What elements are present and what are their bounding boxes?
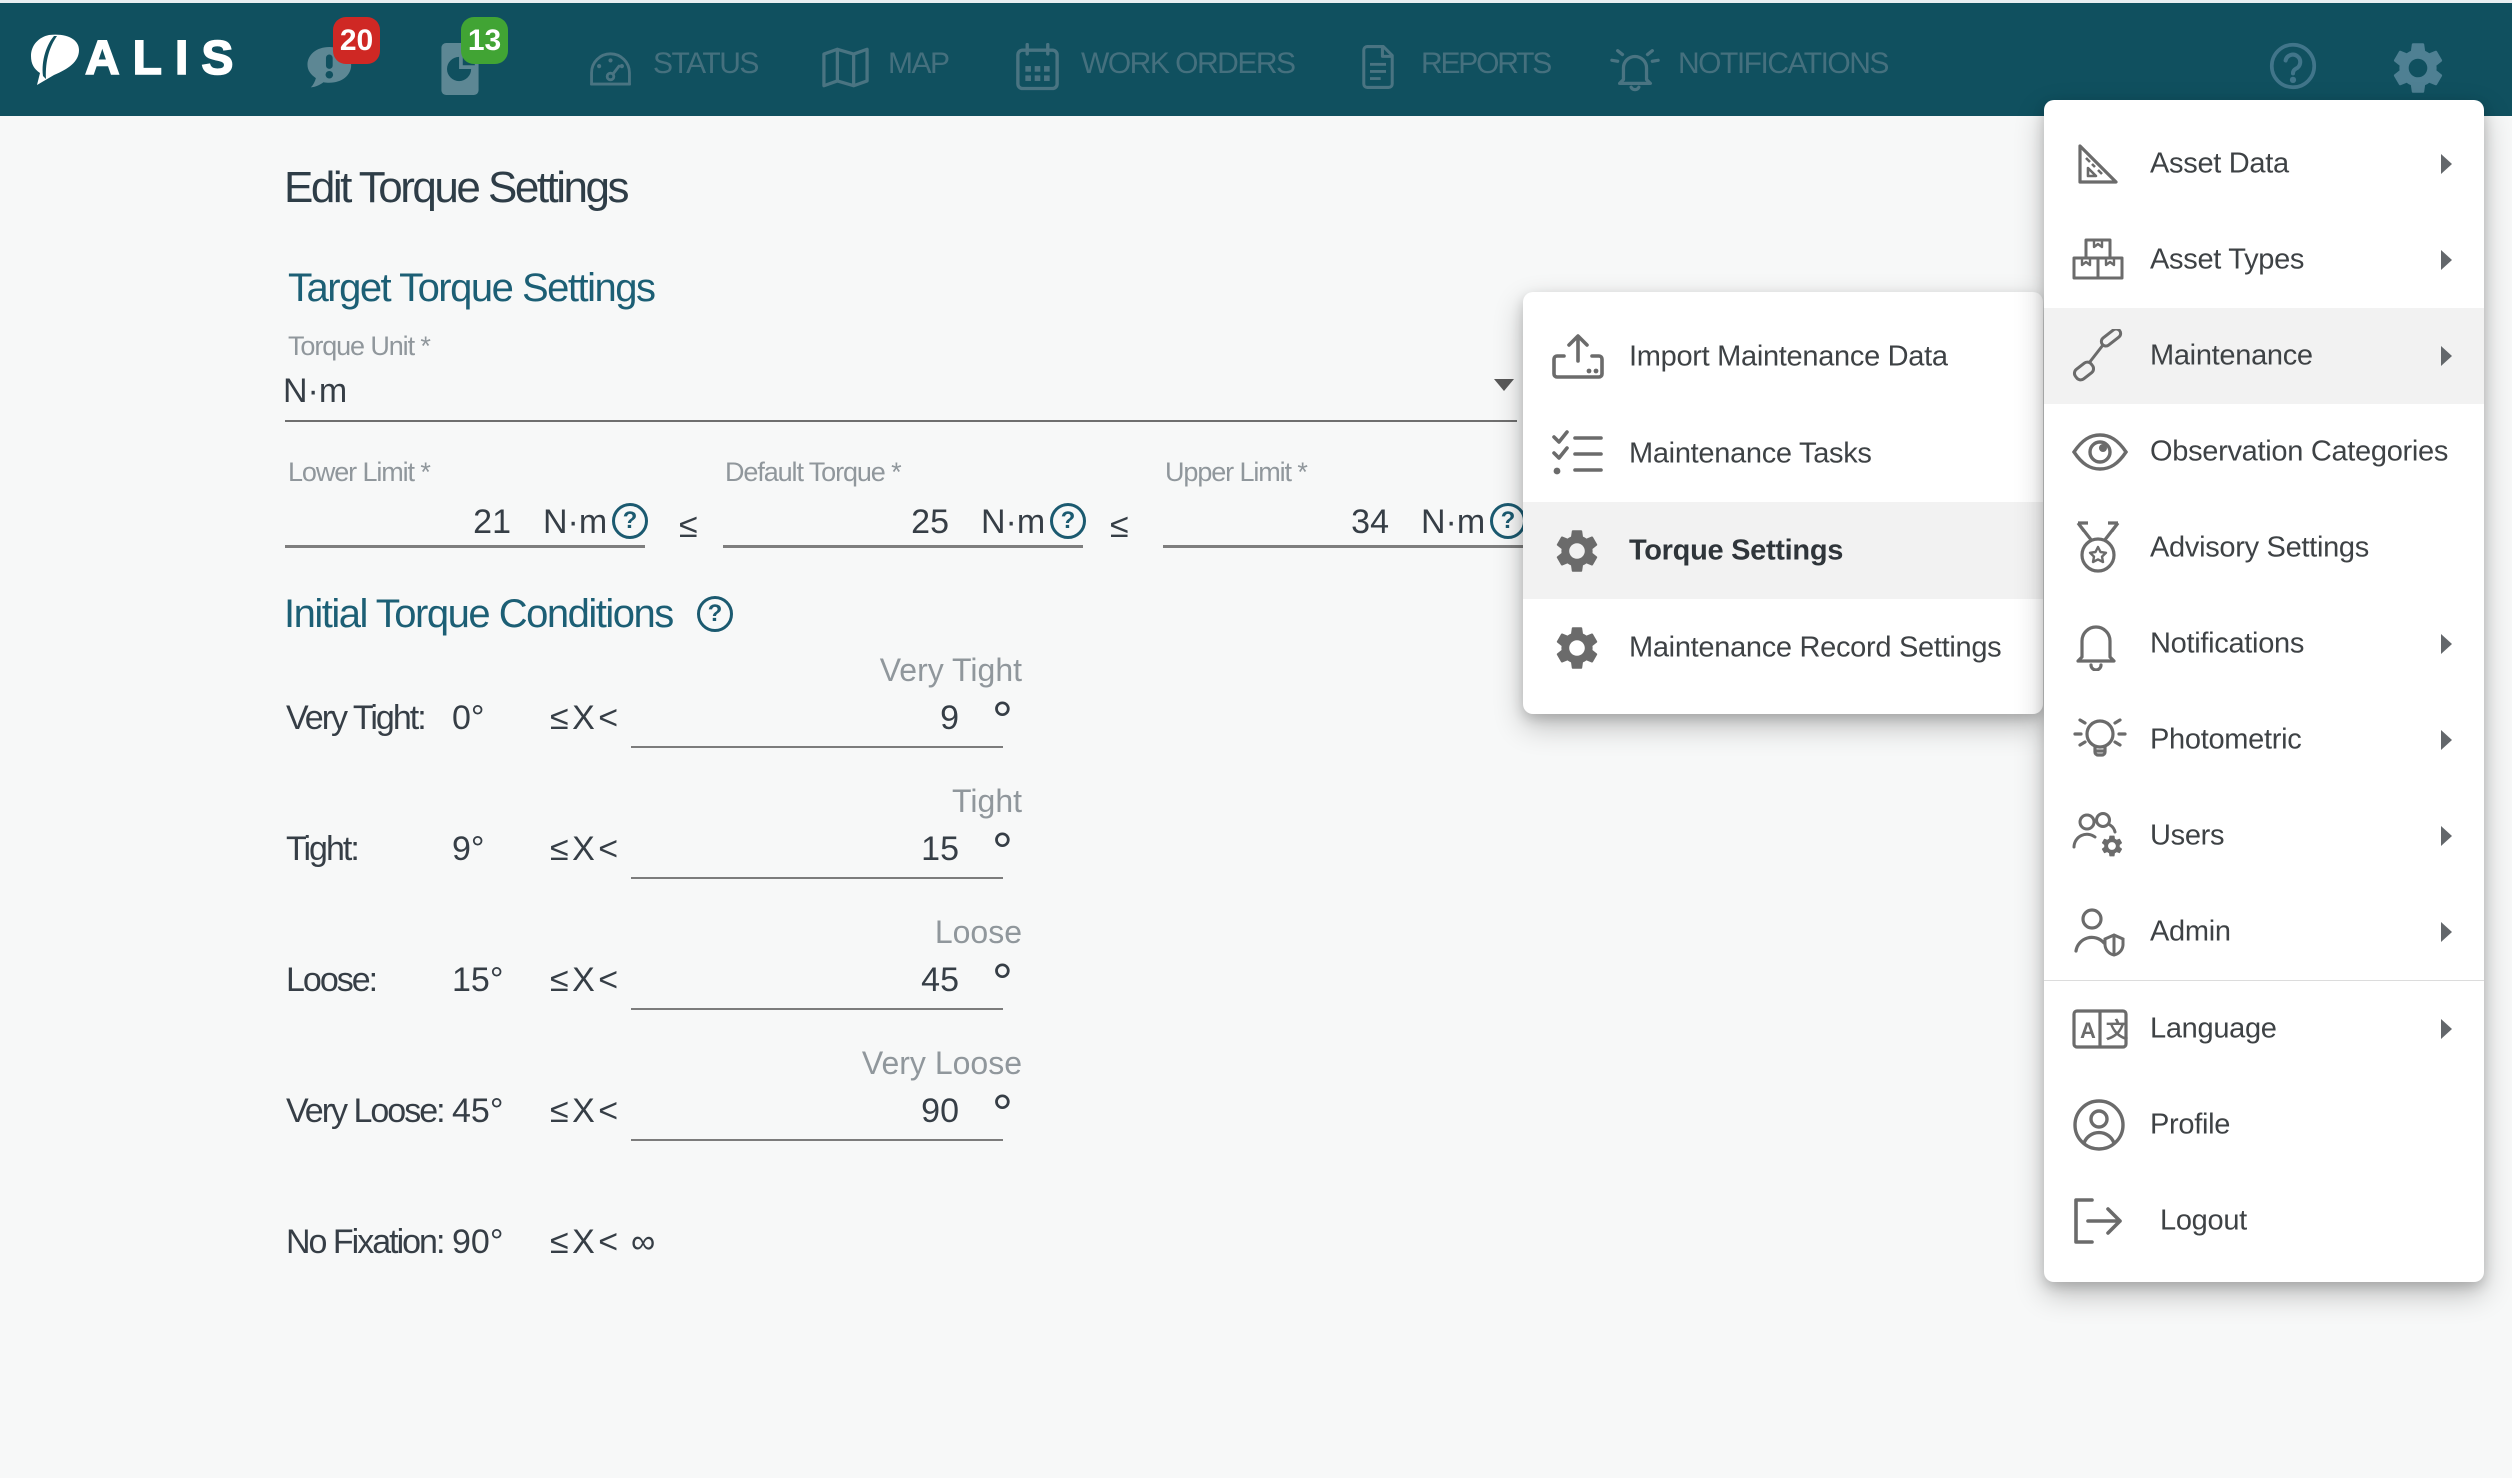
svg-text:A: A [2080, 1018, 2096, 1043]
svg-text:文: 文 [2106, 1018, 2128, 1043]
